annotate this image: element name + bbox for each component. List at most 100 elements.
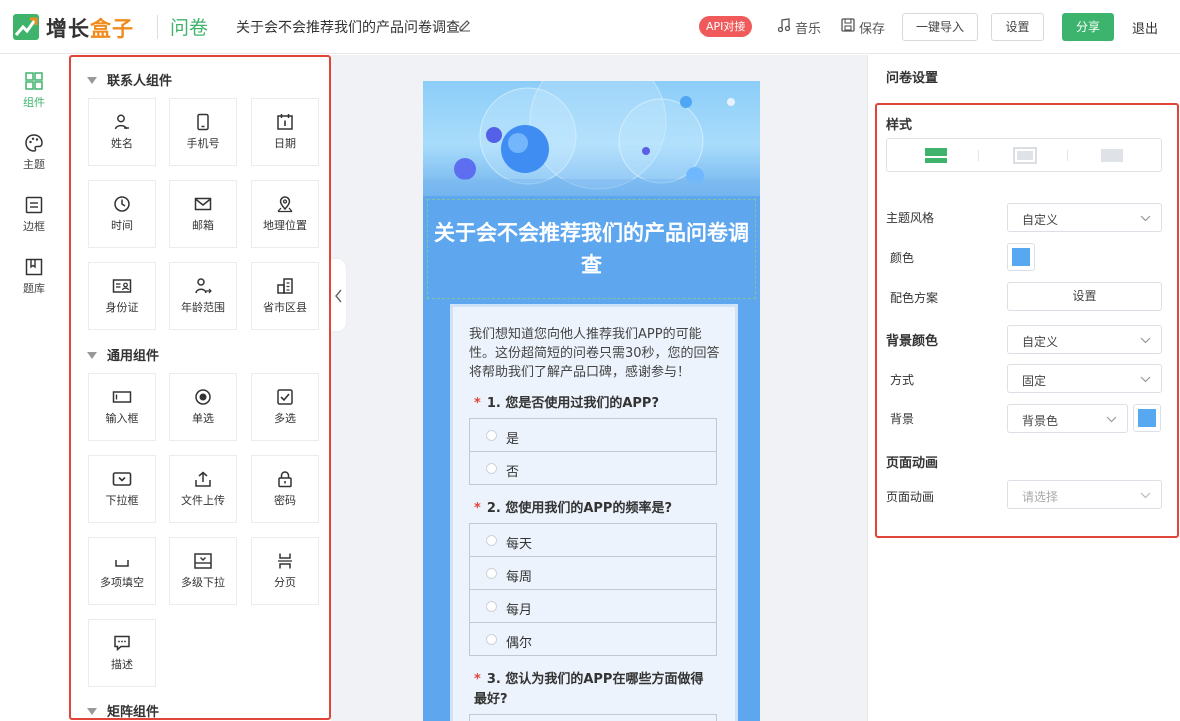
palette-icon <box>25 134 43 152</box>
grid-icon <box>25 72 43 90</box>
component-id-card[interactable]: 身份证 <box>88 262 156 330</box>
color-swatch[interactable] <box>1007 243 1035 271</box>
save-icon[interactable] <box>840 17 856 33</box>
component-input[interactable]: 输入框 <box>88 373 156 441</box>
q3-option[interactable] <box>469 714 717 721</box>
edit-icon[interactable] <box>458 18 472 32</box>
color-fill <box>1138 409 1156 427</box>
section-matrix[interactable]: 矩阵组件 <box>87 701 159 718</box>
component-location[interactable]: 地理位置 <box>251 180 319 248</box>
background-color-swatch[interactable] <box>1133 404 1161 432</box>
component-description[interactable]: 描述 <box>88 619 156 687</box>
radio-circle-icon[interactable] <box>486 601 497 612</box>
question-2[interactable]: * 2. 您使用我们的APP的频率是? <box>474 499 714 519</box>
radio-circle-icon[interactable] <box>486 634 497 645</box>
component-region[interactable]: 省市区县 <box>251 262 319 330</box>
bg-color-select[interactable]: 自定义 <box>1007 325 1162 354</box>
component-email[interactable]: 邮箱 <box>169 180 237 248</box>
chevron-down-icon <box>1140 215 1151 222</box>
question-3[interactable]: * 3. 您认为我们的APP在哪些方面做得最好? <box>474 670 714 710</box>
required-mark: * <box>474 501 481 516</box>
rail-item-border[interactable]: 边框 <box>0 195 68 234</box>
component-phone[interactable]: 手机号 <box>169 98 237 166</box>
component-name[interactable]: 姓名 <box>88 98 156 166</box>
color-scheme-button[interactable]: 设置 <box>1007 282 1162 311</box>
question-1[interactable]: * 1. 您是否使用过我们的APP? <box>474 394 714 414</box>
q2-option[interactable]: 偶尔 <box>469 622 717 656</box>
section-contact[interactable]: 联系人组件 <box>87 70 172 89</box>
rail-item-theme[interactable]: 主题 <box>0 133 68 172</box>
bubbles-illustration <box>423 81 760 196</box>
chevron-down-icon <box>1140 492 1151 499</box>
rail-label: 题库 <box>23 282 45 295</box>
component-multi-blank[interactable]: 多项填空 <box>88 537 156 605</box>
style-option-1-icon[interactable] <box>924 147 948 164</box>
import-button[interactable]: 一键导入 <box>902 13 978 41</box>
border-icon <box>25 196 43 214</box>
document-title[interactable]: 关于会不会推荐我们的产品问卷调查 <box>236 17 460 37</box>
background-select[interactable]: 背景色 <box>1007 404 1128 433</box>
building-icon <box>277 278 293 294</box>
radio-circle-icon[interactable] <box>486 568 497 579</box>
caret-down-icon <box>87 708 97 715</box>
q1-option[interactable]: 是 <box>469 418 717 452</box>
background-label: 背景 <box>890 412 915 426</box>
api-badge-button[interactable]: API对接 <box>699 16 753 37</box>
page-animation-select[interactable]: 请选择 <box>1007 480 1162 509</box>
color-fill <box>1012 248 1030 266</box>
style-selector[interactable] <box>886 138 1162 172</box>
music-icon[interactable] <box>776 17 792 33</box>
rail-label: 组件 <box>23 96 45 109</box>
library-icon <box>25 258 43 276</box>
save-button[interactable]: 保存 <box>859 18 885 37</box>
collapse-panel-button[interactable] <box>331 258 347 332</box>
style-divider <box>978 150 979 161</box>
header-divider <box>157 15 158 39</box>
component-radio[interactable]: 单选 <box>169 373 237 441</box>
q2-option[interactable]: 每周 <box>469 556 717 590</box>
component-date[interactable]: 日期 <box>251 98 319 166</box>
radio-circle-icon[interactable] <box>486 430 497 441</box>
clock-icon <box>114 196 130 212</box>
section-general[interactable]: 通用组件 <box>87 345 159 364</box>
style-divider <box>1067 150 1068 161</box>
logout-button[interactable]: 退出 <box>1132 18 1158 37</box>
rail-item-library[interactable]: 题库 <box>0 257 68 296</box>
color-label: 颜色 <box>890 251 915 265</box>
style-option-2-icon[interactable] <box>1013 147 1037 164</box>
caret-down-icon <box>87 352 97 359</box>
style-label: 样式 <box>886 118 913 133</box>
chevron-down-icon <box>1106 416 1117 423</box>
component-cascader[interactable]: 多级下拉 <box>169 537 237 605</box>
mode-label: 方式 <box>890 373 915 387</box>
required-mark: * <box>474 672 481 687</box>
theme-style-select[interactable]: 自定义 <box>1007 203 1162 232</box>
component-dropdown[interactable]: 下拉框 <box>88 455 156 523</box>
component-pagination[interactable]: 分页 <box>251 537 319 605</box>
style-option-3-icon[interactable] <box>1100 147 1124 164</box>
component-upload[interactable]: 文件上传 <box>169 455 237 523</box>
component-age-range[interactable]: 年龄范围 <box>169 262 237 330</box>
mail-icon <box>194 197 212 211</box>
q2-option[interactable]: 每天 <box>469 523 717 557</box>
q2-option[interactable]: 每月 <box>469 589 717 623</box>
radio-icon <box>195 389 211 405</box>
share-button[interactable]: 分享 <box>1062 13 1114 41</box>
music-button[interactable]: 音乐 <box>795 18 821 37</box>
component-password[interactable]: 密码 <box>251 455 319 523</box>
component-time[interactable]: 时间 <box>88 180 156 248</box>
settings-button[interactable]: 设置 <box>991 13 1044 41</box>
logo-icon <box>13 14 39 40</box>
radio-circle-icon[interactable] <box>486 535 497 546</box>
q1-option[interactable]: 否 <box>469 451 717 485</box>
rail-item-components[interactable]: 组件 <box>0 71 68 110</box>
mode-select[interactable]: 固定 <box>1007 364 1162 393</box>
component-checkbox[interactable]: 多选 <box>251 373 319 441</box>
chevron-down-icon <box>1140 337 1151 344</box>
survey-intro: 我们想知道您向他人推荐我们APP的可能性。这份超简短的问卷只需30秒，您的回答将… <box>469 327 720 380</box>
blank-fill-icon <box>115 560 129 567</box>
rail-label: 主题 <box>23 158 45 171</box>
radio-circle-icon[interactable] <box>486 463 497 474</box>
theme-style-label: 主题风格 <box>886 211 935 225</box>
survey-title[interactable]: 关于会不会推荐我们的产品问卷调查 <box>433 217 750 281</box>
